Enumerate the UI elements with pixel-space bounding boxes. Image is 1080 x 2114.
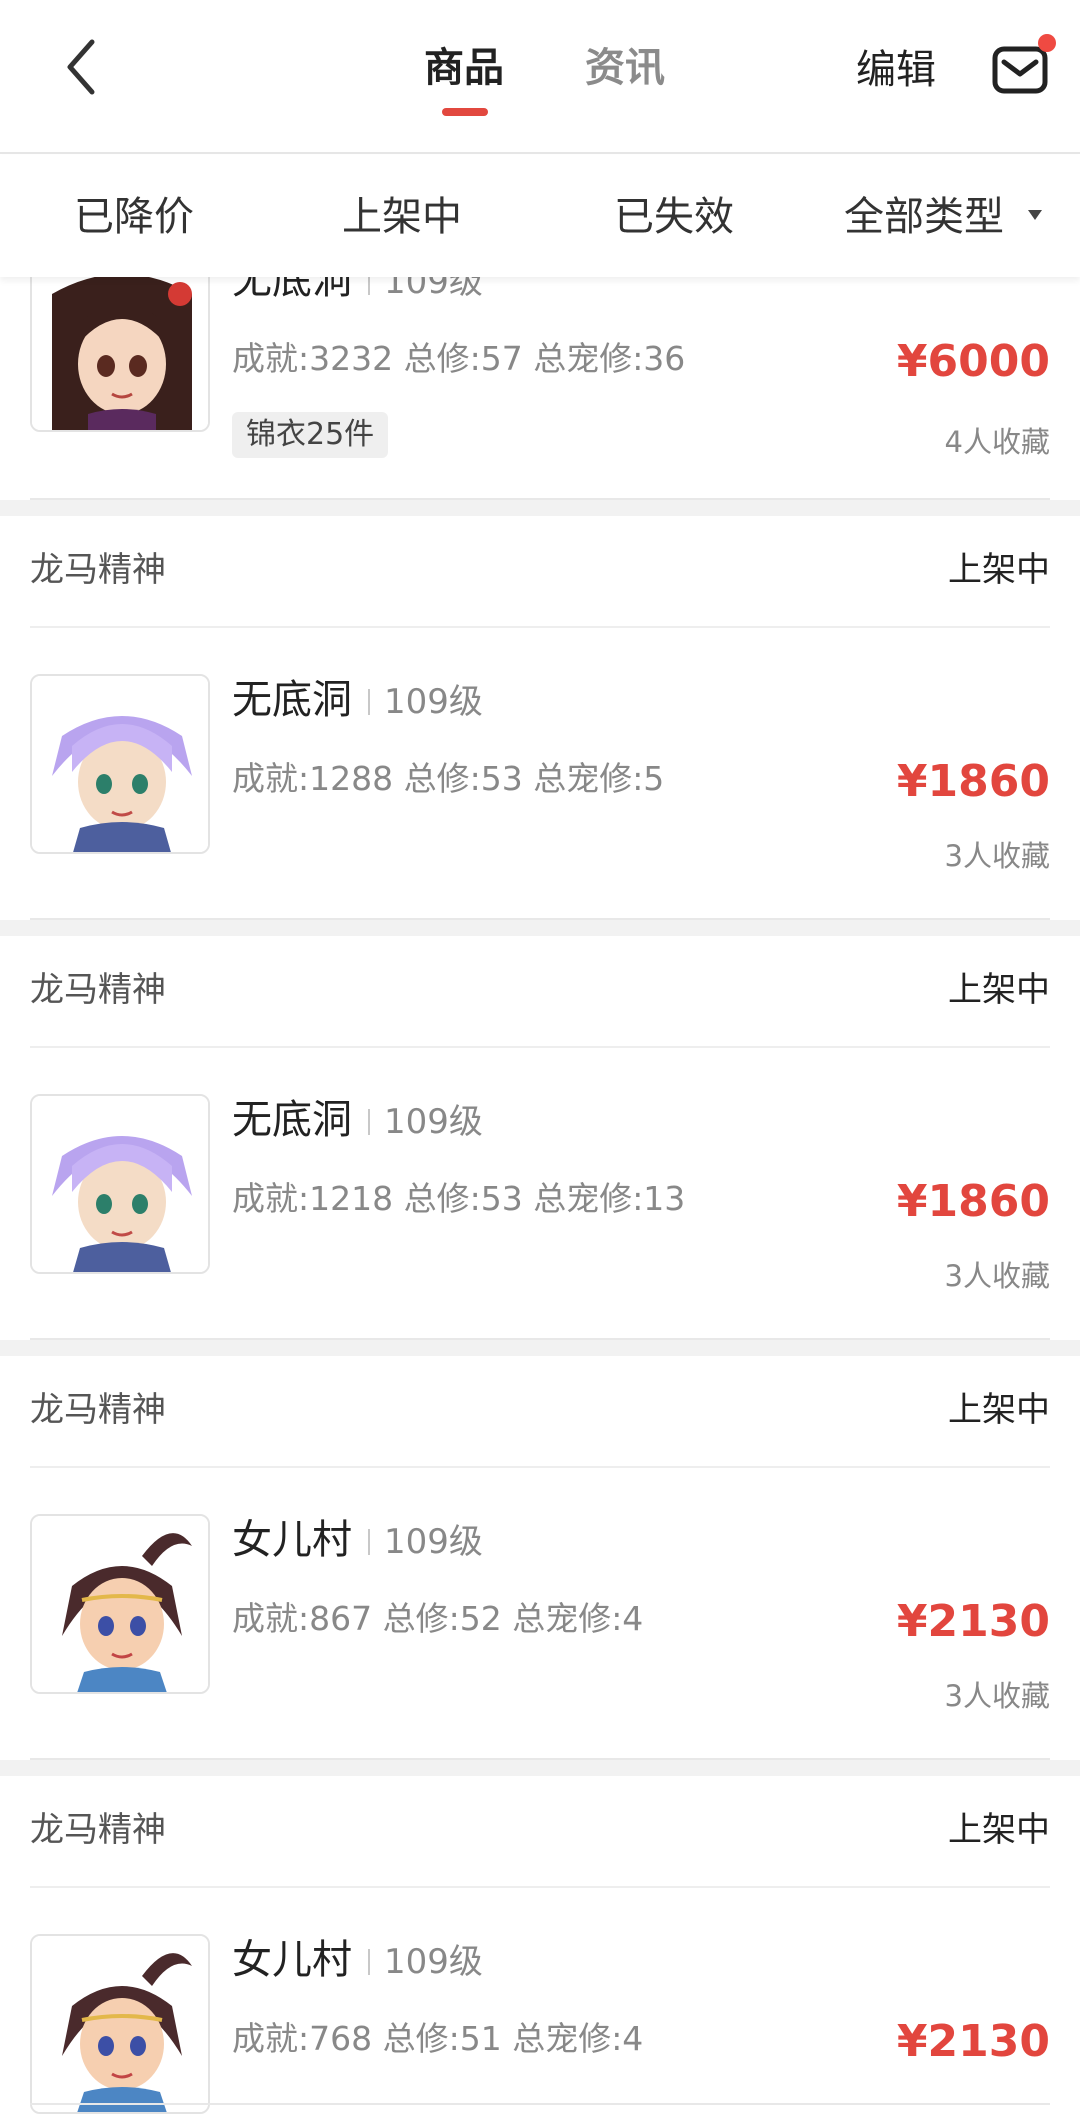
listing-price: ¥2130 (896, 2016, 1050, 2067)
listing-header: 龙马精神 上架中 (0, 936, 1080, 1048)
character-avatar[interactable] (30, 674, 210, 854)
top-nav-bar: 商品 资讯 编辑 (0, 0, 1080, 154)
divider (30, 1466, 1050, 1468)
school-name: 女儿村 (232, 1517, 352, 1563)
divider (30, 1046, 1050, 1048)
listing-stats: 成就:3232 总修:57 总宠修:36 (232, 339, 686, 378)
back-button[interactable] (58, 36, 106, 98)
listing-card[interactable]: 龙马精神 上架中 女儿村 109级 成就:867 总修:52 总宠修:4 ¥213… (0, 1356, 1080, 1760)
section-gap (0, 1760, 1080, 1776)
seller-name: 龙马精神 (30, 970, 166, 1010)
school-name: 无底洞 (232, 677, 352, 723)
filter-expired[interactable]: 已失效 (614, 189, 734, 245)
listing-status: 上架中 (948, 1810, 1050, 1850)
character-avatar[interactable] (30, 1094, 210, 1274)
section-gap (0, 500, 1080, 516)
favorite-count: 3人收藏 (944, 839, 1050, 873)
character-portrait-icon (32, 1516, 208, 1692)
seller-name: 龙马精神 (30, 1810, 166, 1850)
level: 109级 (384, 1102, 483, 1142)
title-divider (368, 689, 370, 715)
title-divider (368, 1529, 370, 1555)
filter-reduced[interactable]: 已降价 (74, 189, 194, 245)
filter-all-types-dropdown[interactable]: 全部类型 (844, 189, 1004, 245)
listing-price: ¥1860 (896, 756, 1050, 807)
divider (30, 626, 1050, 628)
seller-name: 龙马精神 (30, 550, 166, 590)
character-avatar[interactable] (30, 252, 210, 432)
listing-card[interactable]: 龙马精神 上架中 女儿村 109级 成就:768 总修:51 总宠修:4 ¥213… (0, 1776, 1080, 2114)
dropdown-caret-icon (1028, 210, 1042, 220)
school-name: 无底洞 (232, 1097, 352, 1143)
divider (30, 1886, 1050, 1888)
edit-button[interactable]: 编辑 (856, 40, 936, 100)
level: 109级 (384, 1522, 483, 1562)
listing-price: ¥6000 (896, 336, 1050, 387)
listing-header: 龙马精神 上架中 (0, 516, 1080, 628)
filter-bar: 已降价 上架中 已失效 全部类型 (0, 155, 1080, 277)
tab-products[interactable]: 商品 (424, 38, 504, 98)
listing-title: 无底洞 109级 (232, 1092, 483, 1150)
listing-card[interactable]: 龙马精神 上架中 无底洞 109级 成就:1218 总修:53 总宠修:13 ¥1… (0, 936, 1080, 1340)
listing-status: 上架中 (948, 970, 1050, 1010)
filter-on-shelf[interactable]: 上架中 (342, 189, 462, 245)
section-gap (0, 920, 1080, 936)
listing-price: ¥2130 (896, 1596, 1050, 1647)
favorite-count: 3人收藏 (944, 1679, 1050, 1713)
school-name: 女儿村 (232, 1937, 352, 1983)
character-portrait-icon (32, 1936, 208, 2112)
listing-title: 女儿村 109级 (232, 1932, 483, 1990)
tab-news[interactable]: 资讯 (585, 38, 665, 98)
listing-card[interactable]: 龙马精神 上架中 无底洞 109级 成就:1288 总修:53 总宠修:5 ¥18… (0, 516, 1080, 920)
listing-price: ¥1860 (896, 1176, 1050, 1227)
mail-icon (992, 46, 1048, 94)
listing-stats: 成就:1218 总修:53 总宠修:13 (232, 1179, 686, 1218)
listing-title: 无底洞 109级 (232, 672, 483, 730)
active-tab-indicator (442, 108, 488, 116)
section-gap (0, 1340, 1080, 1356)
favorite-count: 3人收藏 (944, 1259, 1050, 1293)
seller-name: 龙马精神 (30, 1390, 166, 1430)
back-arrow-icon (67, 39, 95, 95)
listing-status: 上架中 (948, 550, 1050, 590)
level: 109级 (384, 682, 483, 722)
character-portrait-icon (32, 1096, 208, 1272)
title-divider (368, 1109, 370, 1135)
favorite-count: 4人收藏 (944, 425, 1050, 459)
listing-stats: 成就:1288 总修:53 总宠修:5 (232, 759, 665, 798)
messages-button[interactable] (992, 46, 1048, 94)
listing-title: 女儿村 109级 (232, 1512, 483, 1570)
listing-list[interactable]: 无底洞 109级 成就:3232 总修:57 总宠修:36 ¥6000 锦衣25件… (0, 0, 1080, 2114)
character-avatar[interactable] (30, 1514, 210, 1694)
listing-status: 上架中 (948, 1390, 1050, 1430)
outfit-tag: 锦衣25件 (232, 412, 389, 458)
character-portrait-icon (32, 676, 208, 852)
level: 109级 (384, 1942, 483, 1982)
title-divider (368, 1949, 370, 1975)
listing-stats: 成就:768 总修:51 总宠修:4 (232, 2019, 644, 2058)
listing-header: 龙马精神 上架中 (0, 1776, 1080, 1888)
listing-header: 龙马精神 上架中 (0, 1356, 1080, 1468)
character-avatar[interactable] (30, 1934, 210, 2114)
unread-dot (1038, 34, 1056, 52)
listing-stats: 成就:867 总修:52 总宠修:4 (232, 1599, 644, 1638)
character-portrait-icon (32, 254, 208, 430)
